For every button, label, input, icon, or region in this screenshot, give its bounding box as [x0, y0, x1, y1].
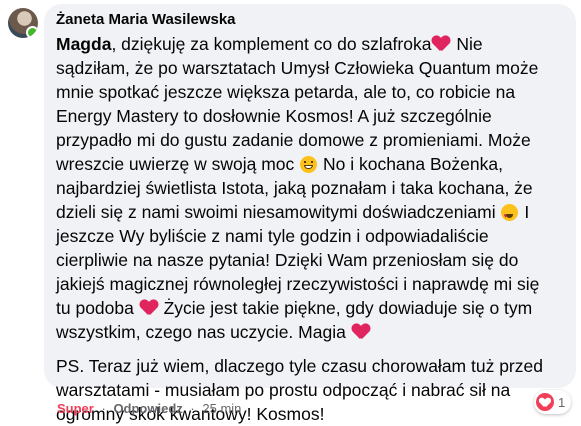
reaction-button[interactable]: Super — [57, 401, 94, 416]
comment-paragraph-1: Magda, dziękuję za komplement co do szla… — [56, 32, 564, 344]
separator: · — [101, 401, 106, 416]
comment-line: Energy Mastery to dosłownie Kosmos! A ju… — [56, 106, 492, 126]
red-heart-emoji — [352, 324, 370, 340]
reaction-summary[interactable]: 1 — [534, 390, 572, 414]
comment-bubble: Żaneta Maria Wasilewska Magda, dziękuję … — [44, 4, 576, 424]
separator: · — [190, 401, 195, 416]
author-avatar[interactable] — [8, 8, 38, 38]
comment-line: Magda, dziękuję za komplement co do szla… — [56, 34, 483, 54]
comment-line: jeszcze Wy byliście z nami tyle godzin i… — [56, 226, 489, 246]
grinning-face-emoji — [300, 156, 318, 173]
author-name[interactable]: Żaneta Maria Wasilewska — [56, 10, 564, 30]
comment-line: tu podoba Życie jest takie piękne, gdy d… — [56, 298, 533, 318]
comment-line: dzieli się z nami swoimi niesamowitymi d… — [56, 200, 564, 229]
red-heart-emoji — [432, 36, 450, 52]
mention-link[interactable]: Magda — [56, 34, 111, 54]
comment-line: najbardziej świetlista Istota, jaką pozn… — [56, 178, 533, 198]
comment-line: przypadło mi do gustu zadanie domowe z p… — [56, 130, 531, 150]
comment-line: wreszcie uwierzę w swoją moc No i kochan… — [56, 154, 503, 174]
reply-button[interactable]: Odpowiedz — [113, 401, 182, 416]
comment-line: sądziłam, że po warsztatach Umysł Człowi… — [56, 58, 539, 78]
reaction-count: 1 — [558, 394, 566, 410]
comment-line: cierpliwie na nasze pytania! Dzięki Wam … — [56, 250, 519, 270]
comment-line: warsztatami - musiałam po prostu odpoczą… — [56, 380, 511, 400]
comment-line: wszystkim, czego nas uczycie. Magia — [56, 320, 564, 344]
comment-actions: Super · Odpowiedz · 25 min — [57, 400, 241, 418]
comment-line: mnie spotkać jeszcze większa petarda, al… — [56, 82, 516, 102]
red-heart-emoji — [140, 300, 158, 316]
comment-timestamp[interactable]: 25 min — [202, 401, 241, 416]
heart-eyes-emoji — [501, 204, 519, 229]
love-reaction-icon — [536, 393, 554, 411]
online-status-dot — [26, 26, 38, 38]
comment-line: PS. Teraz już wiem, dlaczego tyle czasu … — [56, 356, 543, 376]
comment-line: jakiejś magicznej równoległej rzeczywist… — [56, 274, 540, 294]
